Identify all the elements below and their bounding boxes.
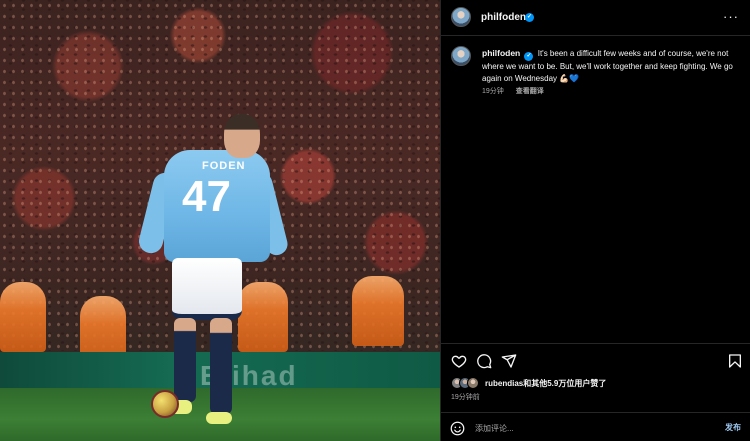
caption-time: 19分钟 (482, 88, 504, 95)
post-panel: philfoden ✓ ··· philfoden ✓ It's been a … (440, 0, 750, 441)
post-photo[interactable]: Etihad FODEN 47 (0, 0, 440, 441)
caption-meta: 19分钟 查看翻译 (482, 86, 554, 96)
jersey-name: FODEN (202, 160, 246, 172)
post-header: philfoden ✓ ··· (441, 0, 750, 36)
verified-badge-icon: ✓ (524, 52, 534, 61)
player-figure: FODEN 47 (136, 110, 290, 430)
post-actions: rubendias和其他5.9万位用户赞了 19分钟前 发布 (441, 343, 750, 441)
more-icon[interactable]: ··· (723, 9, 739, 24)
steward-figure (0, 282, 46, 352)
post-timestamp: 19分钟前 (451, 394, 480, 401)
player-shorts (172, 258, 242, 320)
player-head (224, 114, 260, 158)
emoji-icon[interactable] (450, 421, 465, 436)
share-icon[interactable] (501, 353, 517, 369)
player-leg (174, 318, 196, 402)
liker-avatars (451, 377, 483, 389)
comment-bar: 发布 (441, 412, 750, 441)
likes-text[interactable]: rubendias和其他5.9万位用户赞了 (485, 378, 606, 389)
verified-badge-icon: ✓ (525, 13, 534, 22)
steward-figure (352, 276, 404, 346)
jersey-number: 47 (182, 172, 231, 221)
football (151, 390, 179, 418)
liker-username[interactable]: rubendias (485, 379, 523, 388)
comment-input[interactable] (475, 421, 695, 435)
post-comment-button[interactable]: 发布 (725, 422, 741, 433)
likes-count-text[interactable]: 和其他5.9万位用户赞了 (523, 379, 606, 388)
player-boot (206, 412, 232, 424)
heart-icon[interactable] (451, 353, 467, 369)
post-caption: philfoden ✓ It's been a difficult few we… (482, 47, 738, 86)
bookmark-icon[interactable] (727, 353, 743, 369)
caption-author-username[interactable]: philfoden (482, 48, 520, 58)
caption-text: It's been a difficult few weeks and of c… (482, 49, 733, 83)
see-translation-link[interactable]: 查看翻译 (516, 88, 544, 95)
author-avatar[interactable] (451, 7, 471, 27)
player-leg (210, 318, 232, 414)
author-username[interactable]: philfoden (481, 12, 526, 23)
liker-avatar[interactable] (467, 377, 479, 389)
comment-icon[interactable] (476, 353, 492, 369)
caption-author-avatar[interactable] (451, 46, 471, 66)
